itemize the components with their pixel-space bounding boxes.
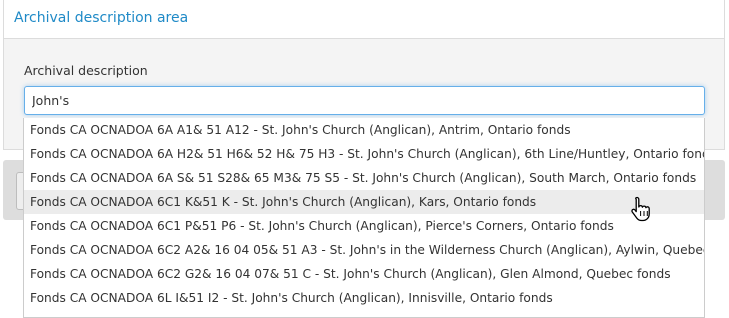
autocomplete-dropdown: Fonds CA OCNADOA 6A A1& 51 A12 - St. Joh… xyxy=(23,118,705,318)
hand-pointer-icon xyxy=(631,196,650,222)
archival-description-label: Archival description xyxy=(24,63,148,78)
autocomplete-option[interactable]: Fonds CA OCNADOA 6A A1& 51 A12 - St. Joh… xyxy=(24,118,704,142)
autocomplete-option[interactable]: Fonds CA OCNADOA 6C2 A2& 16 04 05& 51 A3… xyxy=(24,238,704,262)
autocomplete-option[interactable]: Fonds CA OCNADOA 6C1 P&51 P6 - St. John'… xyxy=(24,214,704,238)
autocomplete-option[interactable]: Fonds CA OCNADOA 6A S& 51 S28& 65 M3& 75… xyxy=(24,166,704,190)
autocomplete-option[interactable]: Fonds CA OCNADOA 6L I&51 I2 - St. John's… xyxy=(24,286,704,310)
panel-header: Archival description area xyxy=(4,0,724,39)
autocomplete-option[interactable]: Fonds CA OCNADOA 6C2 G2& 16 04 07& 51 C … xyxy=(24,262,704,286)
autocomplete-option[interactable]: Fonds CA OCNADOA 6A H2& 51 H6& 52 H& 75 … xyxy=(24,142,704,166)
archival-description-input[interactable] xyxy=(24,86,705,115)
section-title-link[interactable]: Archival description area xyxy=(14,10,188,26)
autocomplete-option-hovered[interactable]: Fonds CA OCNADOA 6C1 K&51 K - St. John's… xyxy=(24,190,704,214)
